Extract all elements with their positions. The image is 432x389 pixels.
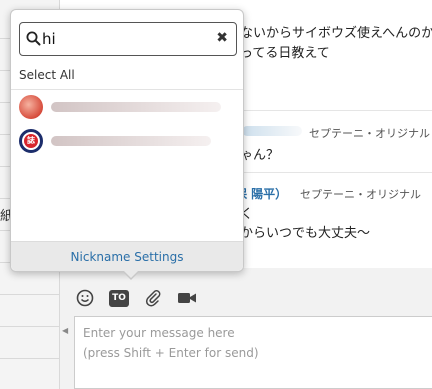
room-name[interactable]: セプテーニ・オリジナル: [309, 125, 430, 141]
to-mention-button[interactable]: TO: [108, 287, 130, 309]
search-icon: [26, 31, 41, 50]
attachment-icon[interactable]: [142, 287, 164, 309]
clear-search-icon[interactable]: ✖: [216, 30, 228, 46]
member-search-input[interactable]: [42, 28, 212, 50]
mention-popup: ✖ Select All 誌 Nickname Settings: [10, 9, 244, 280]
message-text: からいつでも大丈夫〜: [240, 226, 371, 241]
blurred-member-name: [51, 136, 211, 146]
sidebar-divider: [0, 326, 60, 327]
avatar-emblem: 誌: [24, 134, 38, 148]
select-all-link[interactable]: Select All: [19, 68, 75, 82]
nickname-settings-link[interactable]: Nickname Settings: [71, 250, 184, 264]
composer-toolbar: TO: [74, 280, 198, 316]
sidebar-divider: [0, 358, 60, 359]
message-divider: [240, 110, 432, 111]
message-text: ないからサイボウズ使えへんのか: [240, 26, 432, 41]
to-label: TO: [109, 289, 129, 307]
member-list-item[interactable]: [17, 91, 239, 123]
blurred-sender-name: [242, 126, 302, 136]
message-divider: [240, 172, 432, 173]
blurred-member-name: [51, 102, 221, 112]
popup-footer: Nickname Settings: [11, 241, 243, 271]
member-list-item[interactable]: 誌: [17, 125, 239, 157]
popup-divider: [11, 89, 243, 90]
room-name[interactable]: セプテーニ・オリジナル: [300, 186, 421, 202]
collapse-arrow-icon[interactable]: ◀: [62, 326, 68, 335]
video-call-icon[interactable]: [176, 287, 198, 309]
popup-pointer-inner: [123, 270, 139, 278]
emoticon-icon[interactable]: [74, 287, 96, 309]
avatar: 誌: [19, 129, 43, 153]
message-input[interactable]: [74, 316, 432, 389]
message-text: ってる日教えて: [240, 46, 330, 61]
message-text: ゃん？: [240, 148, 280, 163]
message-composer: ◀ TO: [60, 268, 432, 389]
avatar: [19, 95, 43, 119]
sidebar-divider: [0, 294, 60, 295]
member-search-box[interactable]: ✖: [19, 22, 237, 56]
